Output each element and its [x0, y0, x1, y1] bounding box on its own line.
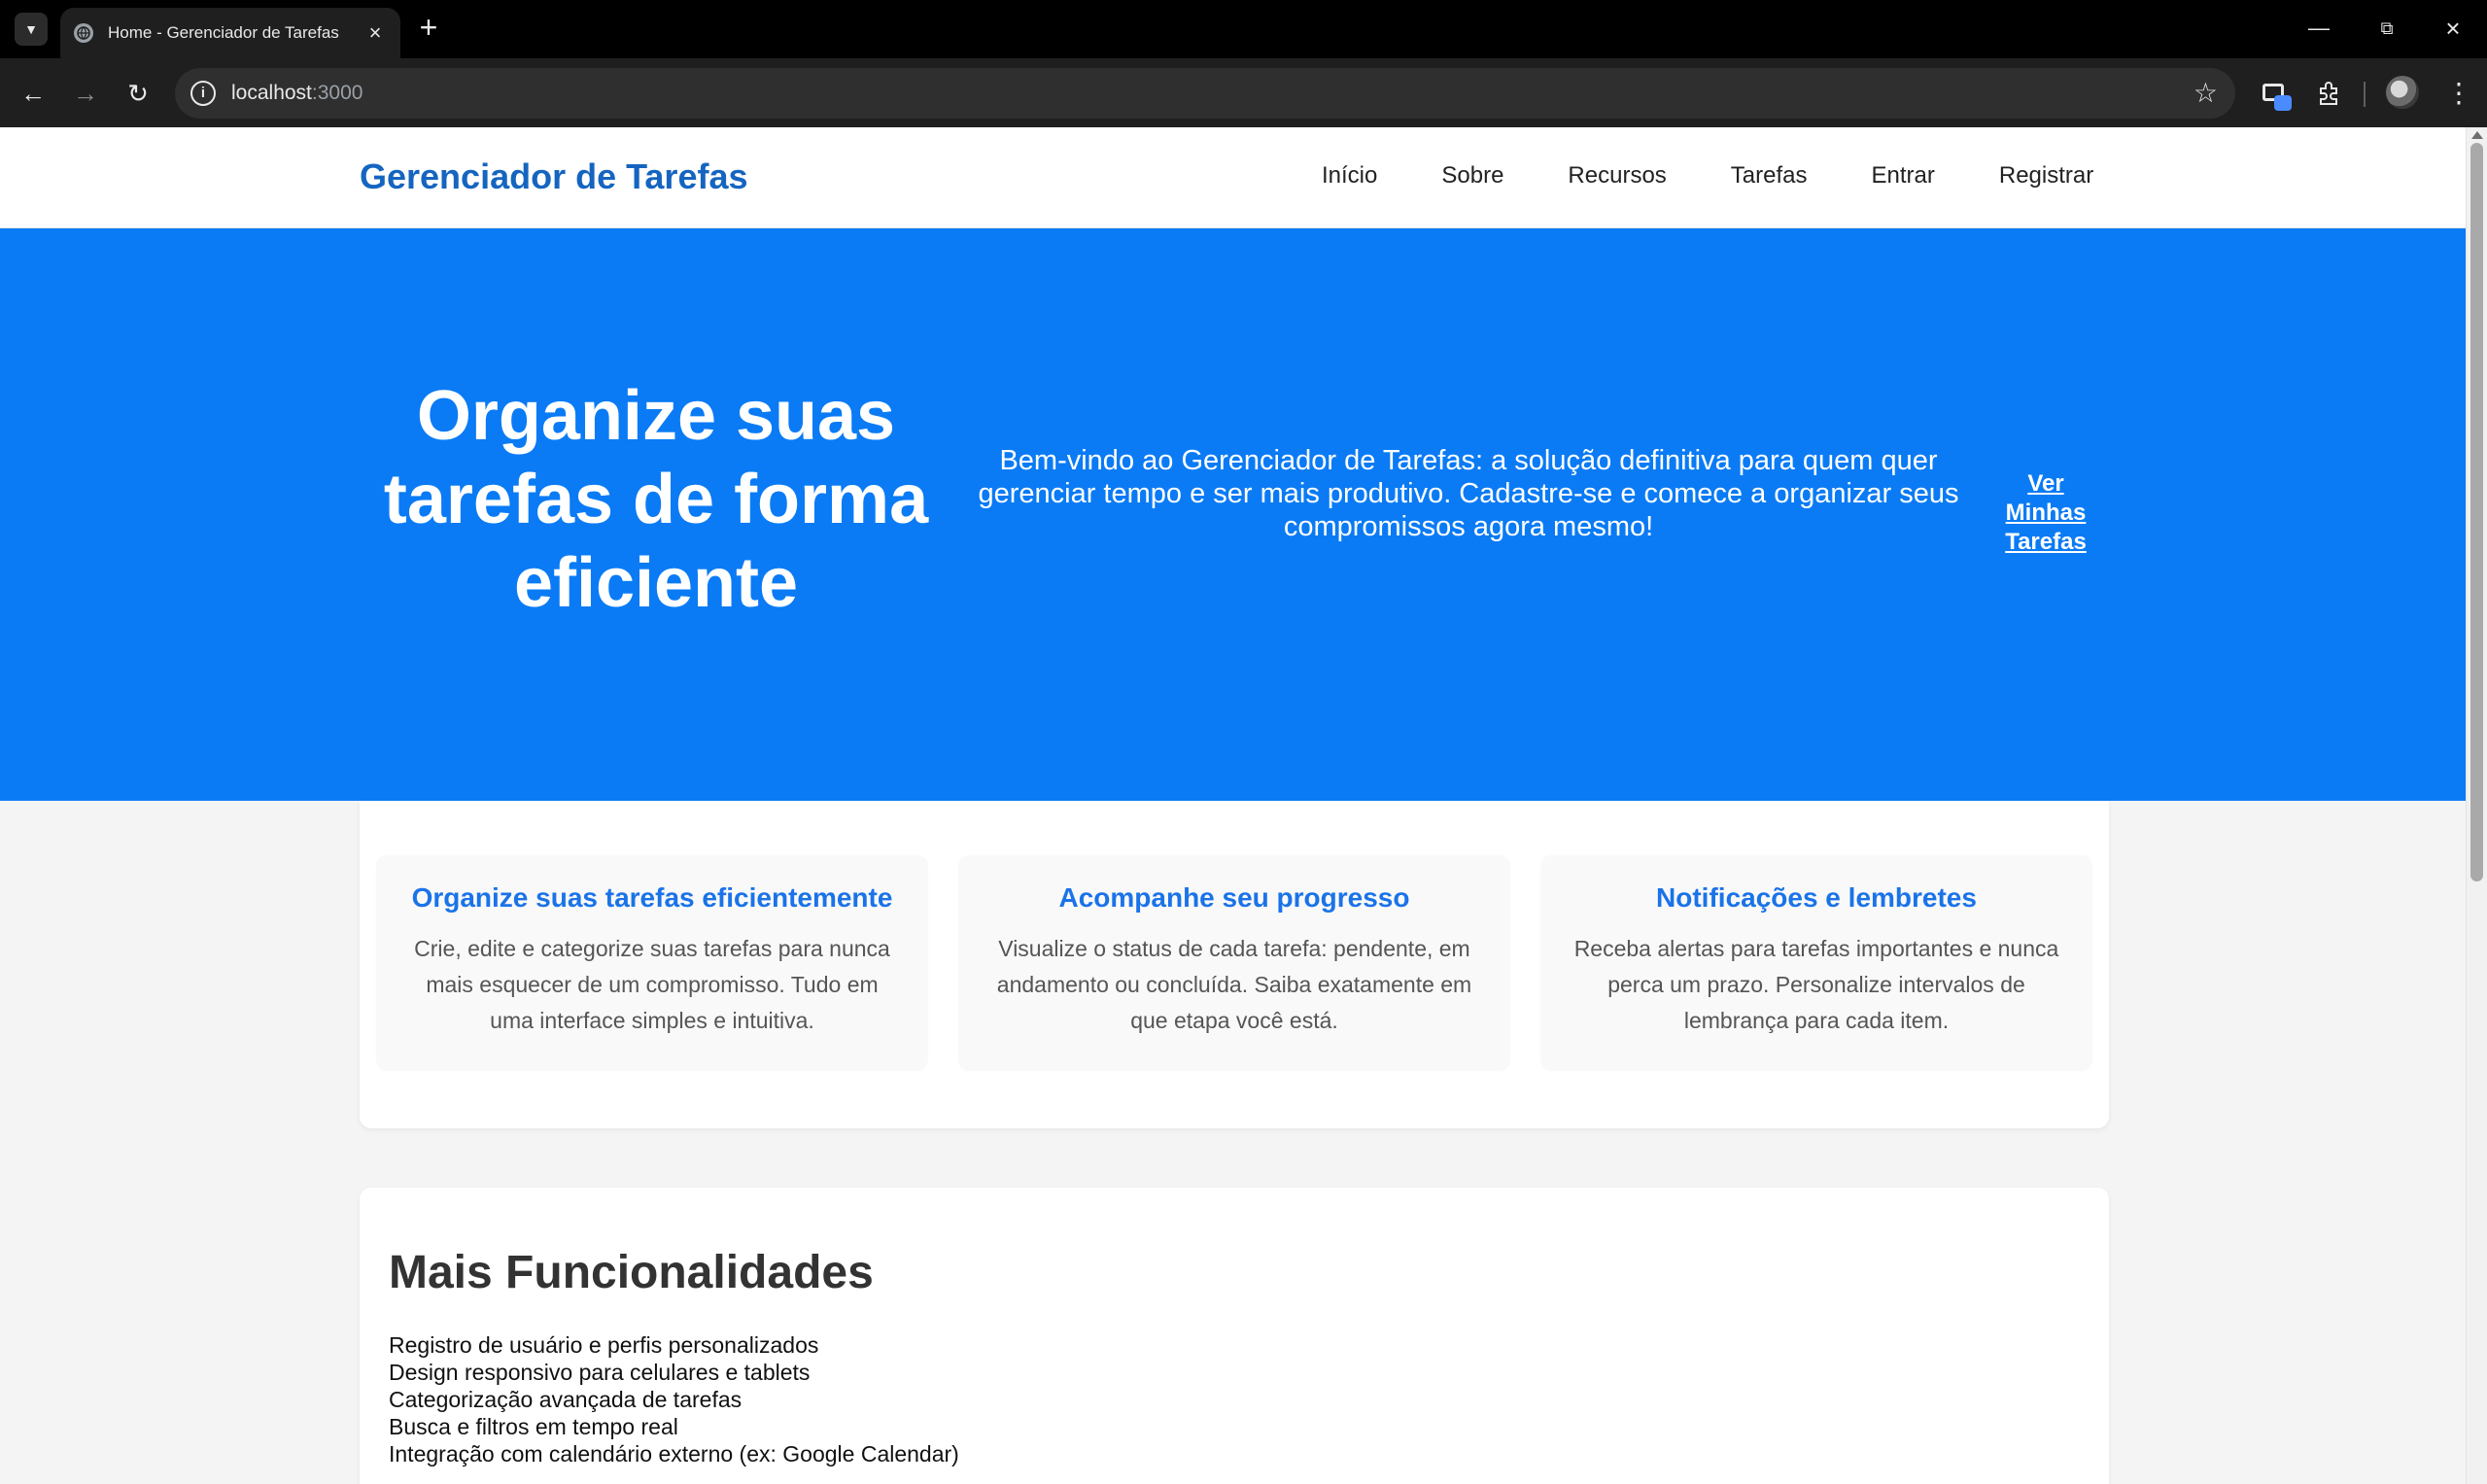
- nav-link-recursos[interactable]: Recursos: [1568, 162, 1666, 190]
- browser-toolbar: ← → ↻ i localhost:3000 ☆ ⋮: [0, 58, 2487, 127]
- feature-title: Notificações e lembretes: [1656, 882, 1977, 913]
- page-viewport: Gerenciador de Tarefas Início Sobre Recu…: [0, 127, 2487, 1484]
- chevron-down-icon: ▼: [24, 21, 38, 37]
- toolbar-separator: [2364, 82, 2366, 107]
- browser-tab-bar: ▼ Home - Gerenciador de Tarefas × + — ⧉ …: [0, 0, 2487, 58]
- site-header: Gerenciador de Tarefas Início Sobre Recu…: [0, 127, 2466, 228]
- bookmark-star-icon[interactable]: ☆: [2193, 78, 2218, 109]
- view-tasks-button[interactable]: Ver Minhas Tarefas: [1986, 469, 2105, 557]
- nav-link-registrar[interactable]: Registrar: [1999, 162, 2093, 190]
- feature-title: Acompanhe seu progresso: [1058, 882, 1410, 913]
- new-tab-button[interactable]: +: [412, 12, 445, 45]
- list-item: Design responsivo para celulares e table…: [389, 1360, 811, 1385]
- more-features-section: Mais Funcionalidades Registro de usuário…: [360, 1188, 2109, 1484]
- nav-link-tarefas[interactable]: Tarefas: [1731, 162, 1808, 190]
- forward-button[interactable]: →: [66, 74, 105, 113]
- main-nav: Início Sobre Recursos Tarefas Entrar Reg…: [1322, 162, 2093, 190]
- features-section: Organize suas tarefas eficientemente Cri…: [360, 801, 2109, 1128]
- close-window-button[interactable]: ×: [2434, 12, 2472, 45]
- restore-button[interactable]: ⧉: [2367, 12, 2406, 45]
- url-host: localhost: [231, 82, 312, 104]
- hero-description: Bem-vindo ao Gerenciador de Tarefas: a s…: [978, 445, 1959, 542]
- back-button[interactable]: ←: [14, 74, 52, 113]
- site-info-icon[interactable]: i: [190, 81, 216, 106]
- list-item: Busca e filtros em tempo real: [389, 1414, 678, 1439]
- nav-link-inicio[interactable]: Início: [1322, 162, 1377, 190]
- cast-icon[interactable]: [2257, 76, 2292, 111]
- more-menu-icon[interactable]: ⋮: [2441, 76, 2476, 111]
- site-brand[interactable]: Gerenciador de Tarefas: [360, 156, 748, 197]
- tab-title: Home - Gerenciador de Tarefas: [108, 23, 339, 42]
- page-scrollbar[interactable]: [2466, 127, 2487, 1484]
- hero-section: Organize suas tarefas de forma eficiente…: [0, 228, 2466, 801]
- globe-icon: [74, 23, 93, 43]
- feature-title: Organize suas tarefas eficientemente: [411, 882, 893, 913]
- minimize-button[interactable]: —: [2299, 12, 2338, 45]
- feature-card: Acompanhe seu progresso Visualize o stat…: [959, 855, 1509, 1069]
- extensions-icon[interactable]: [2311, 76, 2346, 111]
- url-port: :3000: [311, 82, 363, 104]
- nav-link-entrar[interactable]: Entrar: [1872, 162, 1935, 190]
- hero-title: Organize suas tarefas de forma eficiente: [383, 377, 929, 622]
- list-item: Registro de usuário e perfis personaliza…: [389, 1332, 819, 1358]
- close-icon[interactable]: ×: [363, 22, 387, 44]
- list-item: Integração com calendário externo (ex: G…: [389, 1441, 959, 1467]
- feature-text: Visualize o status de cada tarefa: pende…: [996, 936, 1472, 1033]
- tab-search-button[interactable]: ▼: [15, 13, 48, 46]
- scroll-thumb[interactable]: [2470, 143, 2483, 881]
- nav-link-sobre[interactable]: Sobre: [1441, 162, 1503, 190]
- browser-tab-active[interactable]: Home - Gerenciador de Tarefas ×: [60, 8, 400, 58]
- more-features-title: Mais Funcionalidades: [389, 1247, 874, 1298]
- reload-button[interactable]: ↻: [119, 74, 157, 113]
- feature-card: Notificações e lembretes Receba alertas …: [1541, 855, 2091, 1069]
- more-features-list: Registro de usuário e perfis personaliza…: [389, 1331, 959, 1467]
- feature-card: Organize suas tarefas eficientemente Cri…: [377, 855, 927, 1069]
- feature-text: Crie, edite e categorize suas tarefas pa…: [414, 936, 890, 1033]
- profile-avatar[interactable]: [2386, 76, 2419, 109]
- url-text[interactable]: localhost:3000: [231, 82, 363, 105]
- address-bar[interactable]: i localhost:3000 ☆: [175, 68, 2235, 119]
- scroll-up-arrow[interactable]: [2471, 131, 2483, 139]
- list-item: Categorização avançada de tarefas: [389, 1387, 743, 1412]
- feature-text: Receba alertas para tarefas importantes …: [1573, 936, 2059, 1033]
